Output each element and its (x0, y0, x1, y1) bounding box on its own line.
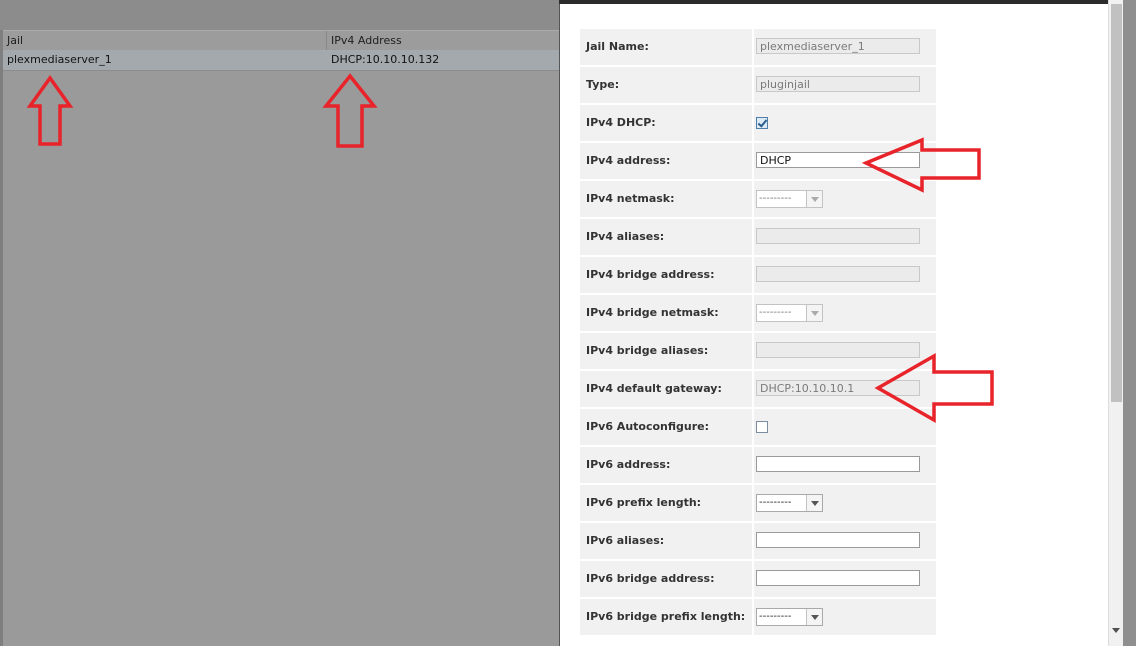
label-ipv4-bridge-aliases: IPv4 bridge aliases: (580, 333, 752, 369)
background-right-edge (1123, 0, 1136, 646)
label-ipv6-aliases: IPv6 aliases: (580, 523, 752, 559)
type-input (756, 76, 920, 92)
column-header-ipv4-address[interactable]: IPv4 Address (327, 31, 559, 50)
label-ipv6-address: IPv6 address: (580, 447, 752, 483)
form-row-ipv6-prefix-length: IPv6 prefix length: --------- (580, 485, 936, 521)
label-ipv4-dhcp: IPv4 DHCP: (580, 105, 752, 141)
scroll-down-arrow-icon[interactable] (1112, 628, 1120, 633)
form-row-jail-name: Jail Name: (580, 29, 936, 65)
label-ipv6-autoconfigure: IPv6 Autoconfigure: (580, 409, 752, 445)
form-row-ipv6-address: IPv6 address: (580, 447, 936, 483)
ipv6-autoconfigure-checkbox[interactable] (756, 421, 768, 433)
chevron-down-icon[interactable] (806, 609, 822, 625)
label-ipv4-aliases: IPv4 aliases: (580, 219, 752, 255)
ipv6-bridge-prefix-length-selected-value: --------- (759, 611, 792, 622)
ipv4-aliases-input (756, 228, 920, 244)
ipv6-prefix-length-select[interactable]: --------- (756, 494, 823, 512)
scrollbar-thumb[interactable] (1111, 4, 1122, 402)
ipv4-bridge-netmask-selected-value: --------- (759, 307, 792, 318)
grid-left-border (0, 30, 3, 646)
ipv4-netmask-selected-value: --------- (759, 193, 792, 204)
ipv6-bridge-address-input[interactable] (756, 570, 920, 586)
chevron-down-icon[interactable] (806, 305, 822, 321)
form-row-ipv6-bridge-address: IPv6 bridge address: (580, 561, 936, 597)
jail-grid-header: Jail IPv4 Address (3, 30, 559, 51)
jail-name-input (756, 38, 920, 54)
label-type: Type: (580, 67, 752, 103)
label-jail-name: Jail Name: (580, 29, 752, 65)
form-row-ipv6-bridge-prefix-length: IPv6 bridge prefix length: --------- (580, 599, 936, 635)
chevron-down-icon[interactable] (806, 495, 822, 511)
label-ipv6-bridge-address: IPv6 bridge address: (580, 561, 752, 597)
ipv4-bridge-address-input (756, 266, 920, 282)
form-row-ipv4-aliases: IPv4 aliases: (580, 219, 936, 255)
form-row-ipv6-aliases: IPv6 aliases: (580, 523, 936, 559)
annotation-arrow-left-icon (874, 352, 994, 424)
ipv6-aliases-input[interactable] (756, 532, 920, 548)
dialog-scrollbar[interactable] (1108, 0, 1124, 646)
label-ipv6-prefix-length: IPv6 prefix length: (580, 485, 752, 521)
label-ipv4-bridge-address: IPv4 bridge address: (580, 257, 752, 293)
dialog-title-bar (559, 0, 1108, 4)
ipv6-prefix-length-selected-value: --------- (759, 497, 792, 508)
ipv4-bridge-netmask-select[interactable]: --------- (756, 304, 823, 322)
annotation-arrow-left-icon (862, 137, 981, 193)
ipv6-bridge-prefix-length-select[interactable]: --------- (756, 608, 823, 626)
form-row-ipv4-bridge-netmask: IPv4 bridge netmask: --------- (580, 295, 936, 331)
cell-ipv4-address: DHCP:10.10.10.132 (331, 53, 440, 66)
ipv4-netmask-select[interactable]: --------- (756, 190, 823, 208)
annotation-arrow-up-icon (322, 73, 378, 148)
label-ipv4-bridge-netmask: IPv4 bridge netmask: (580, 295, 752, 331)
column-header-jail[interactable]: Jail (3, 31, 327, 50)
label-ipv4-default-gateway: IPv4 default gateway: (580, 371, 752, 407)
chevron-down-icon[interactable] (806, 191, 822, 207)
jail-settings-form: Jail Name: Type: IPv4 DHCP: IPv4 address… (580, 29, 936, 637)
label-ipv4-netmask: IPv4 netmask: (580, 181, 752, 217)
form-row-type: Type: (580, 67, 936, 103)
ipv6-address-input[interactable] (756, 456, 920, 472)
label-ipv6-bridge-prefix-length: IPv6 bridge prefix length: (580, 599, 752, 635)
table-row[interactable]: plexmediaserver_1 DHCP:10.10.10.132 (3, 50, 559, 71)
label-ipv4-address: IPv4 address: (580, 143, 752, 179)
ipv4-dhcp-checkbox[interactable] (756, 117, 768, 129)
annotation-arrow-up-icon (26, 74, 74, 146)
cell-jail-name: plexmediaserver_1 (7, 53, 112, 66)
form-row-ipv4-bridge-address: IPv4 bridge address: (580, 257, 936, 293)
